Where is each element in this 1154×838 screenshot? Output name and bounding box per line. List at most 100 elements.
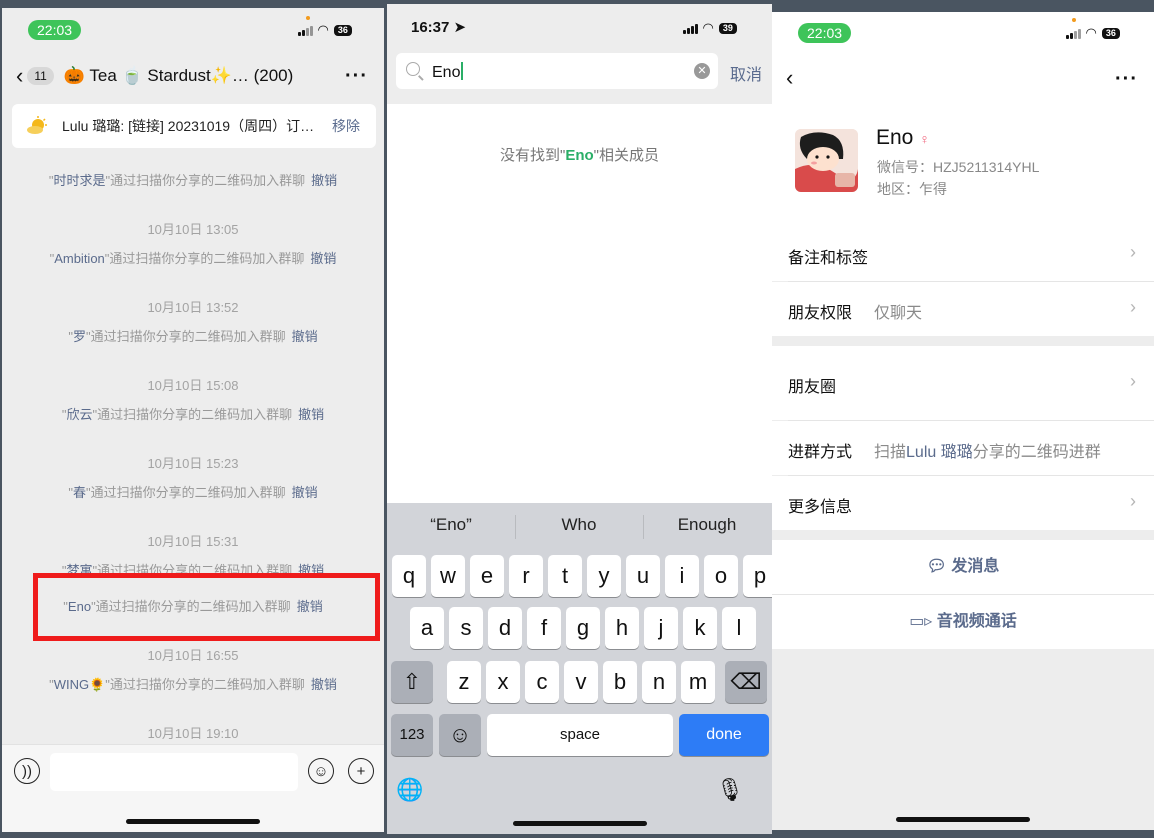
message-input[interactable] (50, 753, 298, 791)
system-message-text: "通过扫描你分享的二维码加入群聊 (104, 251, 305, 266)
moments-row[interactable]: 朋友圈 › (772, 346, 1154, 420)
weather-sun-icon (27, 116, 47, 134)
system-message: "WING🌻"通过扫描你分享的二维码加入群聊 撤销 (2, 674, 384, 693)
key-q[interactable]: q (392, 555, 426, 597)
key-k[interactable]: k (683, 607, 717, 649)
suggestion-3[interactable]: Enough (643, 515, 771, 535)
member-search-screen: 16:37 ➤ ◠ 39 Eno ✕ 取消 没有找到"Eno"相关成员 “Eno… (387, 4, 772, 834)
key-r[interactable]: r (509, 555, 543, 597)
pinned-remove-button[interactable]: 移除 (332, 116, 360, 136)
back-icon[interactable]: ‹ (16, 65, 23, 87)
key-y[interactable]: y (587, 555, 621, 597)
key-e[interactable]: e (470, 555, 504, 597)
globe-icon[interactable]: 🌐 (391, 769, 429, 811)
space-key[interactable]: space (487, 714, 673, 756)
key-f[interactable]: f (527, 607, 561, 649)
key-p[interactable]: p (743, 555, 772, 597)
undo-link[interactable]: 撤销 (298, 407, 324, 422)
microphone-icon[interactable]: 🎙 (711, 769, 749, 811)
more-icon[interactable]: ··· (345, 65, 368, 88)
more-icon[interactable]: ··· (1115, 68, 1138, 91)
undo-link[interactable]: 撤销 (292, 485, 318, 500)
key-l[interactable]: l (722, 607, 756, 649)
permission-row[interactable]: 朋友权限 仅聊天 › (772, 282, 1154, 336)
home-indicator (896, 817, 1030, 822)
system-message-text: "通过扫描你分享的二维码加入群聊 (105, 677, 305, 692)
timestamp: 10月10日 15:23 (147, 456, 239, 471)
member-name-link[interactable]: Ambition (54, 251, 105, 266)
system-message: "春"通过扫描你分享的二维码加入群聊 撤销 (2, 482, 384, 501)
status-icons: ◠ 36 (1066, 26, 1120, 39)
undo-link[interactable]: 撤销 (311, 677, 337, 692)
key-x[interactable]: x (486, 661, 520, 703)
key-o[interactable]: o (704, 555, 738, 597)
voice-icon[interactable]: )) (14, 758, 40, 784)
member-name-link[interactable]: 春 (73, 485, 86, 500)
send-message-button[interactable]: 💬︎ 发消息 (772, 540, 1154, 594)
emoji-key[interactable]: ☺ (439, 714, 481, 756)
shift-key[interactable]: ⇧ (391, 661, 433, 703)
wechat-id: 微信号：HZJ5211314YHL (877, 159, 1040, 175)
status-time: 16:37 ➤ (411, 19, 467, 36)
key-d[interactable]: d (488, 607, 522, 649)
key-b[interactable]: b (603, 661, 637, 703)
group-chat-screen: 22:03 ◠ 36 ‹ 11 🎃 Tea 🍵 Stardust✨… (200)… (2, 8, 384, 832)
more-info-row[interactable]: 更多信息 › (772, 476, 1154, 530)
numbers-key[interactable]: 123 (391, 714, 433, 756)
battery-icon: 39 (718, 22, 737, 34)
suggestion-1[interactable]: “Eno” (387, 515, 515, 535)
join-method-label: 进群方式 (788, 444, 853, 461)
key-t[interactable]: t (548, 555, 582, 597)
female-icon: ♀ (919, 131, 930, 147)
chevron-right-icon: › (1130, 371, 1136, 391)
key-v[interactable]: v (564, 661, 598, 703)
cancel-button[interactable]: 取消 (730, 61, 762, 85)
inviter-link[interactable]: Lulu 璐璐 (906, 444, 973, 461)
pinned-message[interactable]: Lulu 璐璐: [链接] 20231019（周四）订… 移除 (12, 104, 376, 148)
unread-badge[interactable]: 11 (27, 67, 54, 85)
region: 地区：乍得 (877, 181, 947, 197)
member-name-link[interactable]: 罗 (73, 329, 86, 344)
wifi-icon: ◠ (317, 22, 329, 37)
key-a[interactable]: a (410, 607, 444, 649)
timestamp: 10月10日 13:05 (147, 222, 239, 237)
key-h[interactable]: h (605, 607, 639, 649)
back-icon[interactable]: ‹ (786, 67, 793, 89)
key-n[interactable]: n (642, 661, 676, 703)
plus-icon[interactable]: + (348, 758, 374, 784)
privacy-dot (306, 16, 310, 20)
member-name-link[interactable]: 欣云 (66, 407, 92, 422)
join-method-row: 进群方式 扫描Lulu 璐璐分享的二维码进群 (772, 421, 1154, 475)
suggestion-2[interactable]: Who (515, 515, 643, 535)
clear-icon[interactable]: ✕ (694, 63, 710, 79)
emoji-icon[interactable]: ☺ (308, 758, 334, 784)
key-z[interactable]: z (447, 661, 481, 703)
key-i[interactable]: i (665, 555, 699, 597)
key-c[interactable]: c (525, 661, 559, 703)
avatar-image (795, 129, 858, 192)
profile-card (772, 12, 1154, 227)
key-u[interactable]: u (626, 555, 660, 597)
undo-link[interactable]: 撤销 (292, 329, 318, 344)
member-name-link[interactable]: WING🌻 (54, 677, 106, 692)
search-input[interactable]: Eno (432, 62, 464, 82)
key-w[interactable]: w (431, 555, 465, 597)
key-s[interactable]: s (449, 607, 483, 649)
video-call-button[interactable]: ▭▹ 音视频通话 (772, 595, 1154, 649)
key-m[interactable]: m (681, 661, 715, 703)
home-indicator (126, 819, 260, 824)
done-key[interactable]: done (679, 714, 769, 756)
avatar[interactable] (795, 129, 858, 192)
system-message-text: "通过扫描你分享的二维码加入群聊 (86, 329, 286, 344)
member-name-link[interactable]: 时时求是 (53, 173, 105, 188)
battery-icon: 36 (333, 24, 352, 36)
backspace-key[interactable]: ⌫ (725, 661, 767, 703)
undo-link[interactable]: 撤销 (310, 251, 336, 266)
system-message: "Ambition"通过扫描你分享的二维码加入群聊 撤销 (2, 248, 384, 267)
remark-row[interactable]: 备注和标签 › (772, 227, 1154, 281)
undo-link[interactable]: 撤销 (311, 173, 337, 188)
home-indicator (512, 821, 647, 826)
key-g[interactable]: g (566, 607, 600, 649)
search-bar[interactable]: Eno ✕ (396, 53, 718, 89)
key-j[interactable]: j (644, 607, 678, 649)
